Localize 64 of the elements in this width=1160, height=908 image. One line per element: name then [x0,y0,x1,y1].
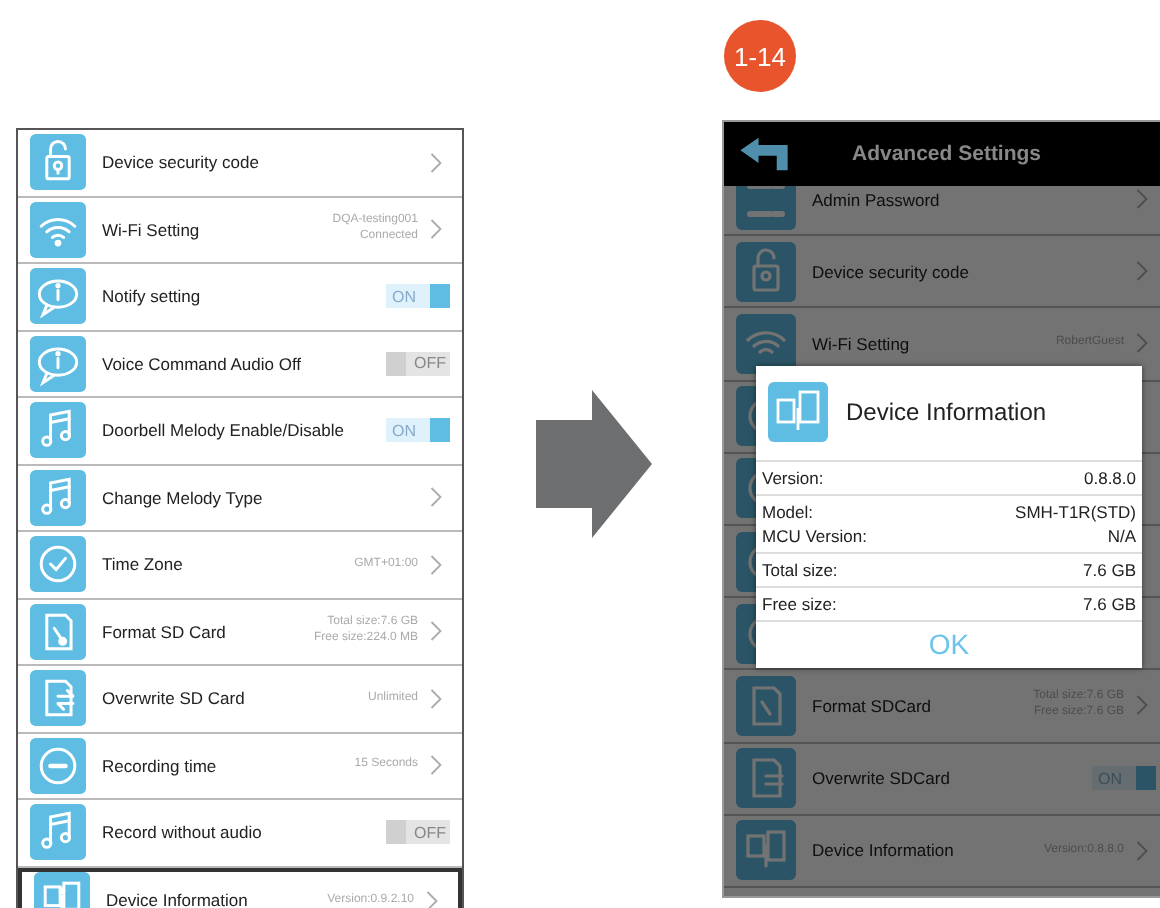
setting-label: Format SDCard [812,695,932,716]
sd-card-icon [30,670,86,727]
chevron-icon [430,553,442,576]
chevron-icon [1136,839,1148,862]
keypad-icon [736,186,796,230]
setting-label: Recording time [102,755,217,776]
chevron-icon [430,151,442,174]
lock-icon [30,134,86,191]
settings-row[interactable]: Change Melody Type [18,465,462,532]
info-value: 7.6 GB [1083,592,1136,616]
setting-label: Device Information [106,890,248,908]
setting-label: Device security code [102,152,259,173]
setting-label: Record without audio [102,822,262,843]
setting-label: Notify setting [102,286,201,307]
setting-label: Time Zone [102,554,183,575]
info-value: 0.8.8.0 [1084,466,1136,490]
setting-label: Wi-Fi Setting [102,219,200,240]
sd-card-icon [30,603,86,660]
chevron-icon [1136,188,1148,211]
setting-label: Overwrite SD Card [102,688,245,709]
info-label: Total size: [762,558,838,582]
step-badge: 1-14 [724,20,796,92]
setting-label: Change Melody Type [102,487,263,508]
settings-row[interactable]: Doorbell Melody Enable/Disable ON [18,398,462,465]
setting-label: Doorbell Melody Enable/Disable [102,420,344,441]
chevron-icon [426,889,438,908]
info-label: Version: [762,466,824,490]
settings-row[interactable]: Record without audio OFF [18,800,462,867]
info-value: 7.6 GB [1083,558,1136,582]
chevron-icon [430,687,442,710]
screen-title: Advanced Settings [852,142,1042,166]
chevron-icon [430,620,442,643]
settings-row[interactable]: Notify setting ON [18,264,462,331]
info-icon [768,382,828,442]
sd-card-icon [736,675,796,736]
chevron-icon [1136,332,1148,355]
settings-row[interactable]: Device security code [724,236,1160,309]
settings-row[interactable]: Admin Password [724,186,1160,237]
chevron-icon [430,754,442,777]
wifi-icon [30,201,86,258]
dialog-title: Device Information [846,398,1047,426]
info-icon [736,820,796,881]
setting-label: Device security code [812,261,969,282]
setting-label: Admin Password [812,189,940,210]
lock-icon [736,241,796,302]
settings-row[interactable]: Voice Command Audio Off OFF [18,331,462,398]
sd-card-icon [736,748,796,809]
chevron-icon [1136,694,1148,717]
info-label: Free size: [762,592,837,616]
info-value: N/A [1107,524,1136,548]
chevron-icon [1136,260,1148,283]
setting-label: Format SD Card [102,621,226,642]
chevron-icon [430,218,442,241]
settings-row[interactable]: Device security code [18,130,462,197]
setting-label: Device Information [812,840,954,861]
setting-label: Wi-Fi Setting [812,333,910,354]
right-arrow-icon [536,390,652,538]
info-value: SMH-T1R(STD) [1015,500,1136,524]
info-label: Model: [762,500,814,524]
back-arrow-icon[interactable] [736,134,792,174]
info-label: MCU Version: [762,524,867,548]
chevron-icon [430,486,442,509]
setting-label: Overwrite SDCard [812,768,950,789]
setting-label: Voice Command Audio Off [102,353,302,374]
